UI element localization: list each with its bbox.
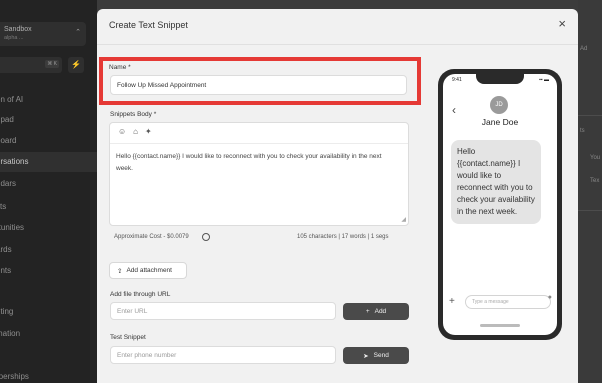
sidebar-item[interactable]: eting — [0, 302, 97, 322]
send-icon: ➤ — [363, 352, 369, 360]
sidebar-item[interactable]: board — [0, 131, 97, 151]
background-label: You — [590, 155, 601, 161]
editor-toolbar: ☺ ⌂ ✦ — [118, 127, 152, 136]
sidebar-search[interactable]: ⌘ K — [0, 57, 62, 73]
sidebar-item[interactable]: mation — [0, 324, 97, 344]
mic-icon: ● — [547, 294, 552, 301]
url-input[interactable]: Enter URL — [110, 302, 336, 320]
sidebar-item[interactable]: ndars — [0, 174, 97, 194]
status-clock: 9:41 — [452, 77, 462, 83]
close-icon[interactable]: × — [558, 17, 566, 30]
background-label: Ad — [580, 46, 588, 52]
sidebar: Sandbox alpha ... ⌃ ⌘ K ⚡ on of AI hpad … — [0, 0, 97, 383]
send-test-button[interactable]: ➤ Send — [343, 347, 409, 364]
message-bar: + Type a message ● — [443, 292, 557, 314]
background-label: Tex — [590, 178, 600, 184]
upload-icon: ⇪ — [117, 267, 123, 275]
emoji-icon[interactable]: ☺ — [118, 127, 126, 136]
contact-name: Jane Doe — [481, 117, 519, 127]
chevron-updown-icon: ⌃ — [75, 29, 81, 36]
account-switcher[interactable]: Sandbox alpha ... ⌃ — [0, 22, 86, 46]
account-subtitle: alpha ... — [4, 35, 24, 41]
divider — [578, 210, 602, 211]
message-input-preview: Type a message — [465, 295, 551, 309]
sidebar-item[interactable]: on of AI — [0, 90, 97, 110]
background-label: ts — [580, 128, 585, 134]
send-label: Send — [373, 352, 389, 359]
add-url-button[interactable]: + Add — [343, 303, 409, 320]
create-snippet-modal: Create Text Snippet × Name * Follow Up M… — [97, 9, 578, 383]
test-snippet-label: Test Snippet — [110, 334, 146, 341]
home-indicator — [480, 324, 520, 327]
tag-icon[interactable]: ⌂ — [133, 127, 138, 136]
resize-handle-icon[interactable]: ◢ — [401, 216, 406, 223]
add-attachment-label: Add attachment — [126, 267, 172, 274]
cost-estimate: Approximate Cost - $0.0079 — [114, 234, 189, 240]
snippet-body-editor[interactable]: ☺ ⌂ ✦ Hello {{contact.name}} I would lik… — [109, 122, 409, 226]
divider — [578, 115, 602, 116]
add-label: Add — [374, 308, 387, 315]
info-icon[interactable] — [202, 233, 210, 241]
phone-screen: 9:41 ▪▪ ▬ ‹ JD Jane Doe Hello {{contact.… — [443, 74, 557, 335]
battery-icon: ▪▪ ▬ — [539, 77, 549, 83]
snippet-body-text[interactable]: Hello {{contact.name}} I would like to r… — [116, 151, 398, 175]
ai-icon[interactable]: ✦ — [145, 127, 152, 136]
phone-notch — [476, 74, 524, 84]
phone-number-input[interactable]: Enter phone number — [110, 346, 336, 364]
divider — [110, 143, 408, 144]
account-name: Sandbox — [4, 26, 32, 33]
bolt-icon[interactable]: ⚡ — [68, 57, 84, 73]
modal-header: Create Text Snippet × — [97, 9, 578, 45]
body-label: Snippets Body * — [110, 111, 157, 118]
name-label: Name * — [109, 64, 131, 71]
modal-title: Create Text Snippet — [109, 20, 188, 30]
url-label: Add file through URL — [110, 291, 171, 298]
shortcut-badge: ⌘ K — [45, 60, 59, 68]
add-attachment-button[interactable]: ⇪ Add attachment — [109, 262, 187, 279]
sidebar-item[interactable]: hpad — [0, 110, 97, 130]
plus-icon: + — [449, 296, 455, 307]
back-arrow-icon: ‹ — [452, 103, 456, 117]
character-count: 105 characters | 17 words | 1 segs — [297, 234, 389, 240]
sidebar-item[interactable]: ards — [0, 240, 97, 260]
avatar: JD — [490, 96, 508, 114]
name-input[interactable]: Follow Up Missed Appointment — [110, 75, 407, 95]
phone-preview: 9:41 ▪▪ ▬ ‹ JD Jane Doe Hello {{contact.… — [438, 69, 562, 340]
sidebar-item[interactable]: ents — [0, 261, 97, 281]
sidebar-item[interactable]: cts — [0, 197, 97, 217]
plus-icon: + — [365, 308, 370, 315]
sidebar-item[interactable]: rperships — [0, 367, 97, 383]
background-panel: Ad ts You Tex — [578, 0, 602, 383]
sidebar-item[interactable]: rtunities — [0, 218, 97, 238]
sidebar-item-conversations[interactable]: ersations — [0, 152, 97, 172]
message-bubble: Hello {{contact.name}} I would like to r… — [451, 140, 541, 224]
